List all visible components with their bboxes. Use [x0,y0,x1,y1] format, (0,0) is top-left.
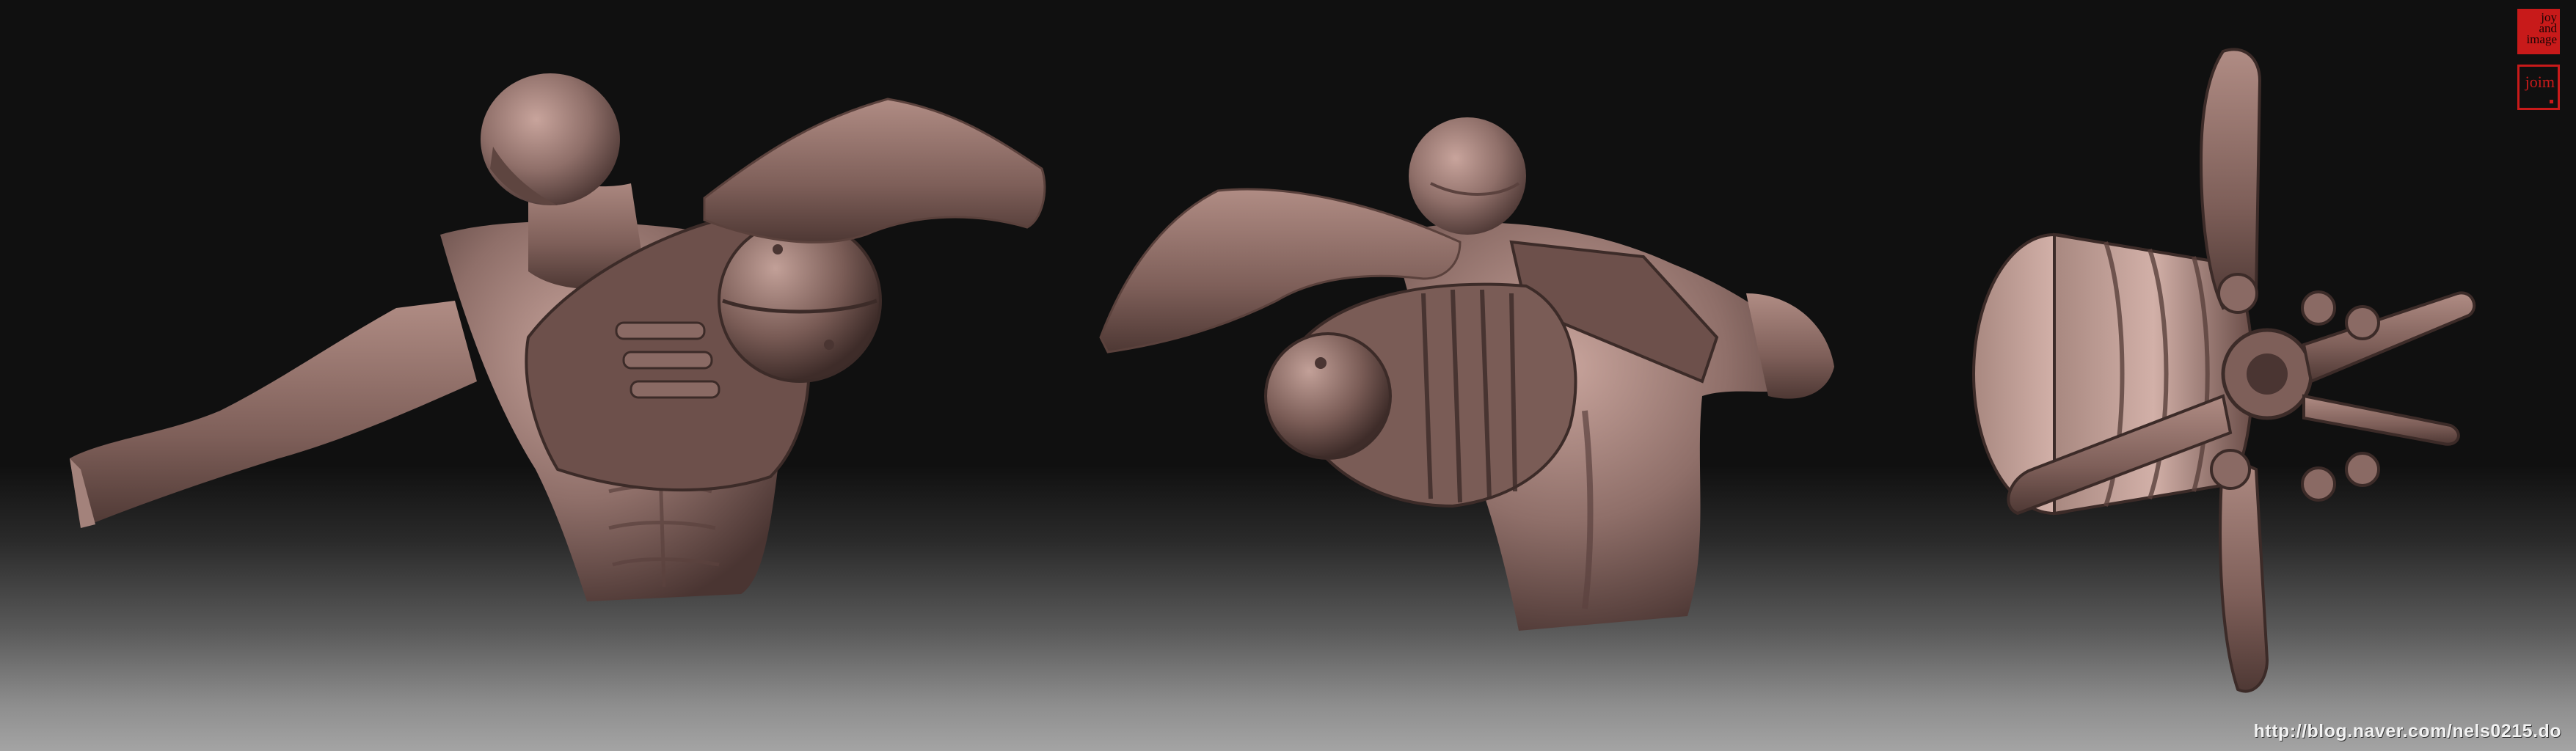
brand-mark-text: joim [2525,73,2555,91]
blog-url-watermark: http://blog.naver.com/nels0215.do [2253,721,2561,741]
sculpt-render-sheet: joy and image joim http://blog.naver.com… [0,0,2576,751]
back-shoulder-sphere [1264,332,1392,460]
brand-mark: joim [2517,65,2560,110]
front-arm [70,301,477,528]
sculpt-renders [70,48,2476,693]
back-view-bust [1099,117,1834,631]
front-view-bust [70,73,1046,601]
brand-logo: joy and image [2517,9,2560,54]
brand-logo-line3: image [2526,32,2557,46]
front-cape [703,98,1046,243]
front-shoulder-sphere [718,219,882,383]
mech-vertical-blade [2199,48,2262,310]
brand-mark-dot [2550,100,2553,103]
front-head [481,73,620,205]
mechanical-shoulder-piece [1972,48,2476,693]
back-head [1409,117,1526,235]
